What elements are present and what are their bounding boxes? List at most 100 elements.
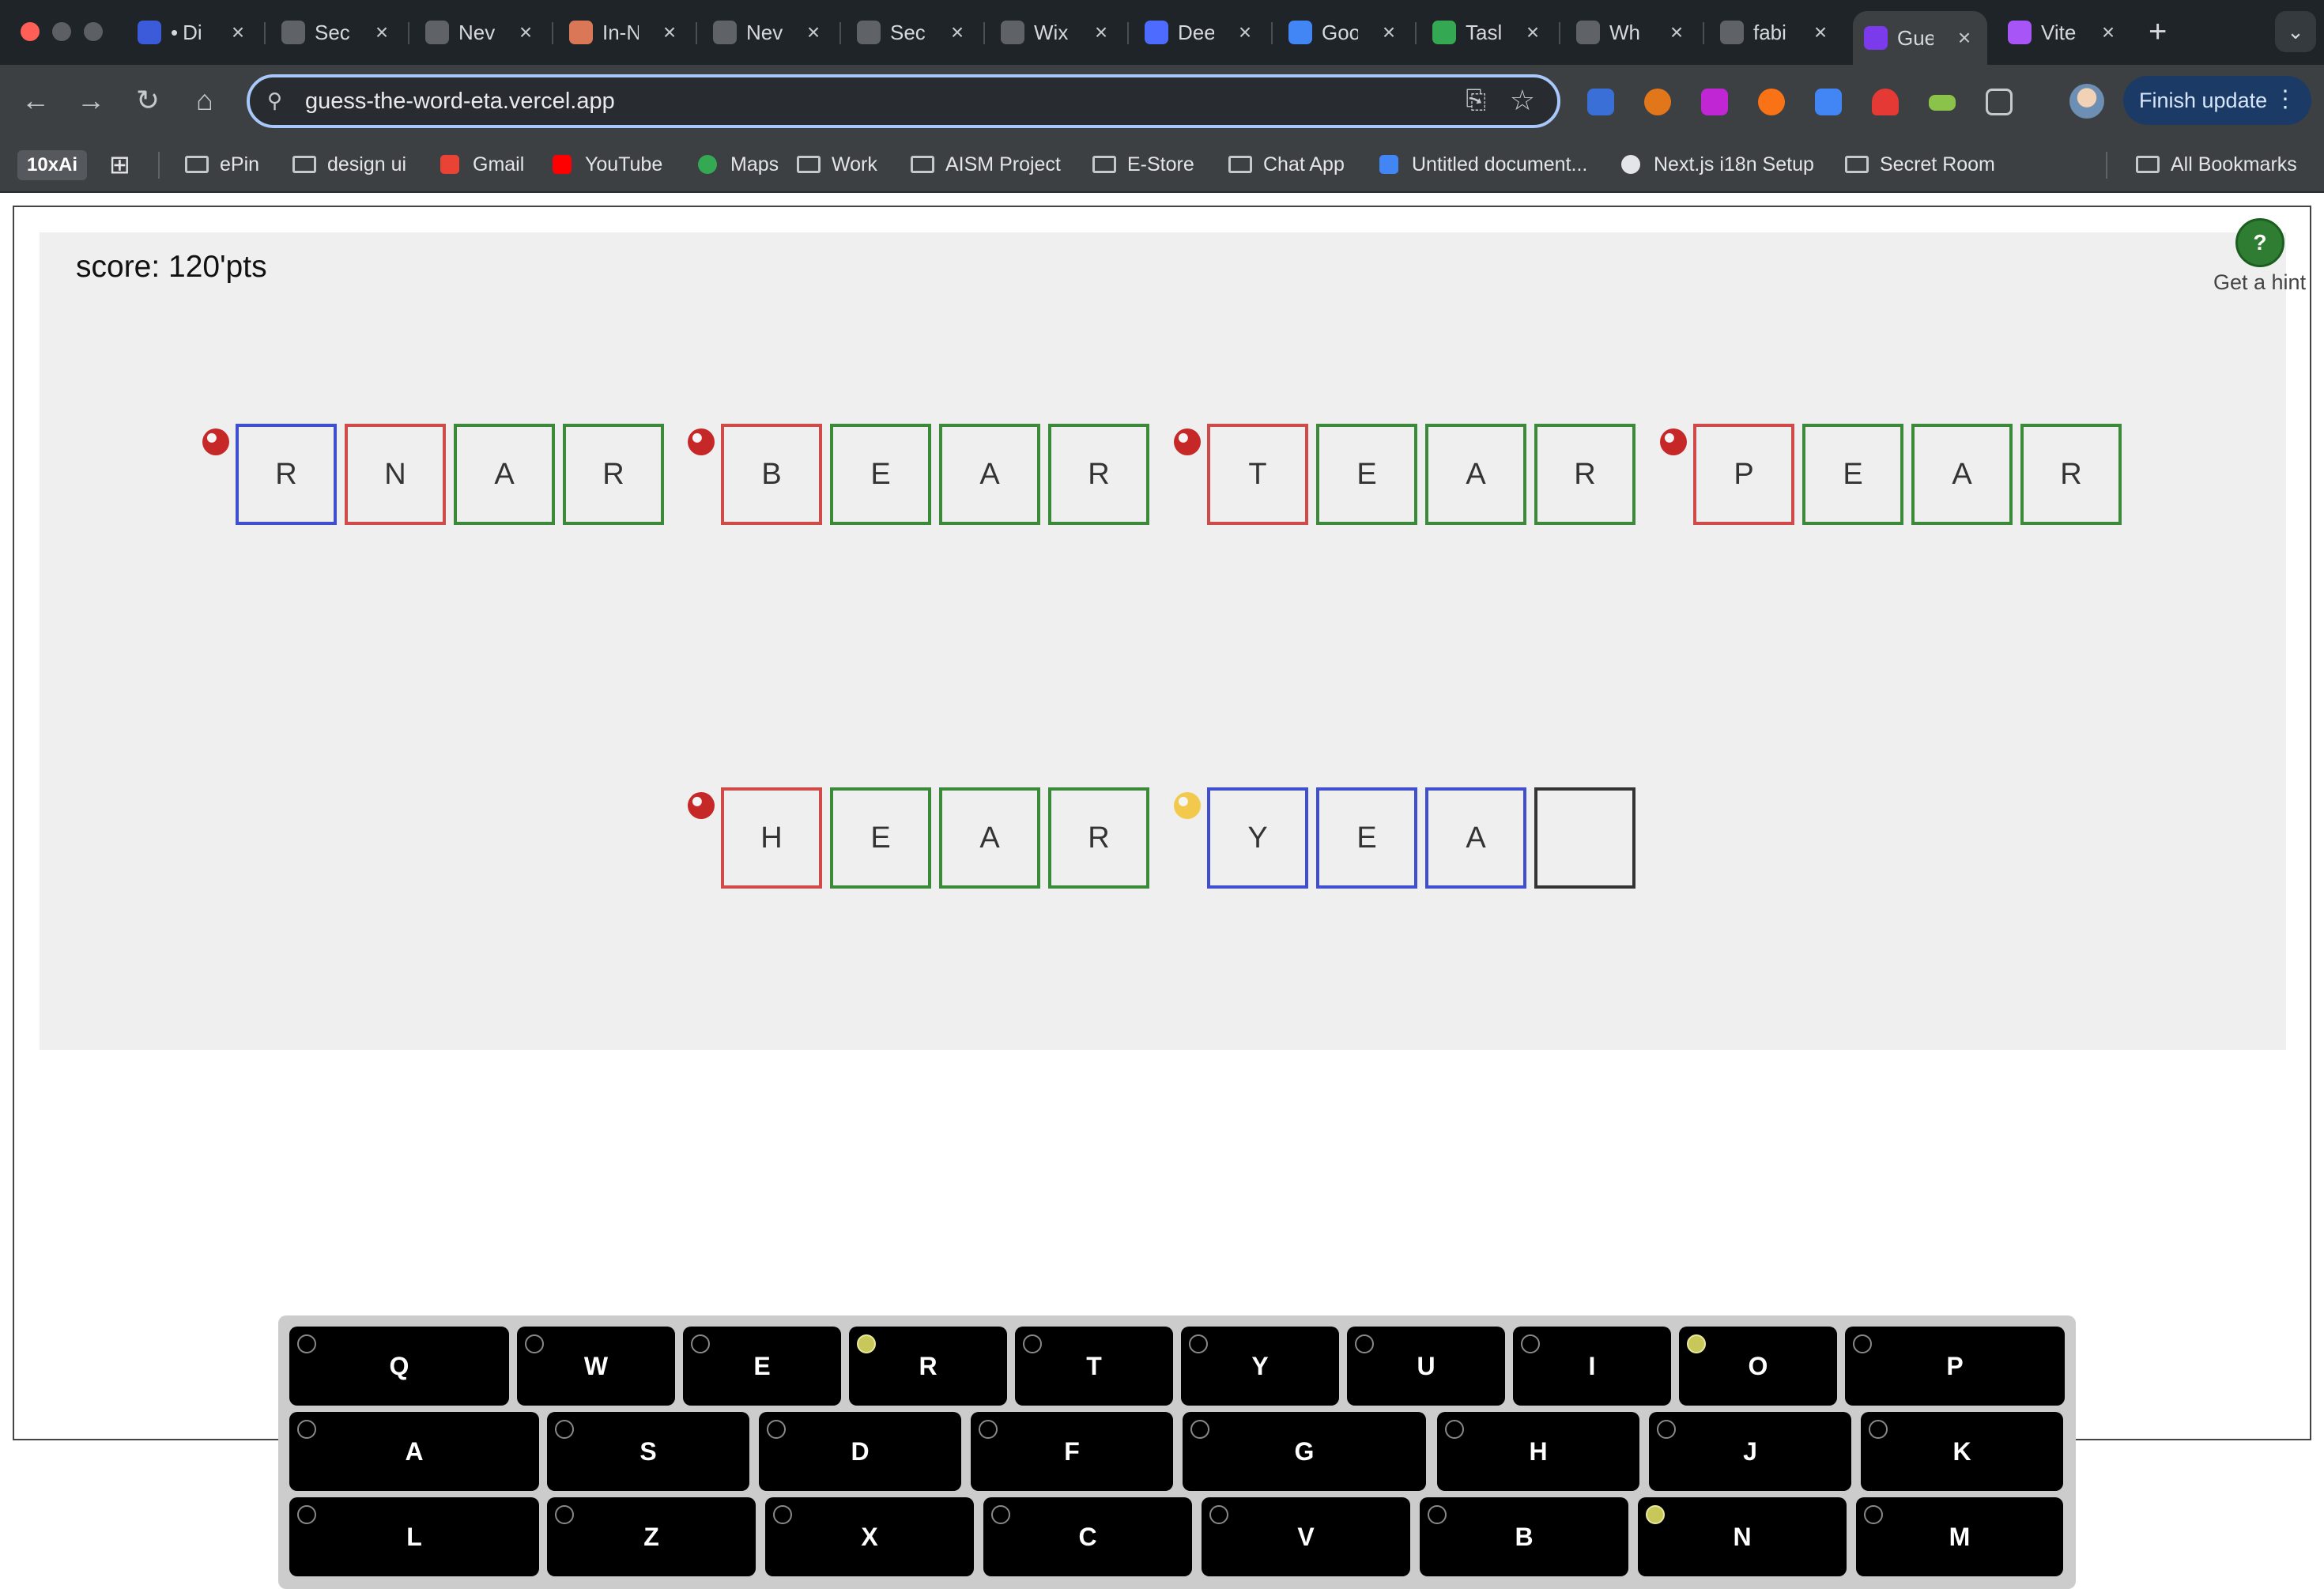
browser-tab[interactable]: Wh ×	[1565, 11, 1700, 54]
tab-close-icon[interactable]: ×	[370, 20, 394, 45]
key-z[interactable]: Z	[547, 1497, 756, 1576]
bookmark-item[interactable]: Gmail	[436, 149, 524, 180]
tab-close-icon[interactable]: ×	[1521, 20, 1545, 45]
more-vert-icon[interactable]: ⋮	[2273, 85, 2297, 113]
browser-tab[interactable]: Sec ×	[846, 11, 980, 54]
key-f[interactable]: F	[971, 1412, 1173, 1491]
tab-close-icon[interactable]: ×	[802, 20, 825, 45]
apps-grid-icon[interactable]: ⊞	[109, 149, 130, 180]
address-bar[interactable]: ⚲ guess-the-word-eta.vercel.app ⎘ ☆	[247, 74, 1560, 128]
metamask-fox-icon[interactable]	[1644, 89, 1671, 115]
extension-orange-icon[interactable]	[1758, 89, 1785, 115]
install-app-icon[interactable]: ⎘	[1466, 85, 1486, 115]
letter-cell: Y	[1207, 787, 1308, 889]
tab-close-icon[interactable]: ×	[1089, 20, 1113, 45]
tab-close-icon[interactable]: ×	[945, 20, 969, 45]
key-d[interactable]: D	[759, 1412, 961, 1491]
browser-tab[interactable]: Wix ×	[990, 11, 1124, 54]
key-r[interactable]: R	[849, 1327, 1007, 1406]
bookmark-item[interactable]: Work	[795, 149, 877, 180]
bookmark-item[interactable]: YouTube	[549, 149, 662, 180]
claude-asterisk-icon	[569, 21, 593, 44]
extension-blue-icon[interactable]	[1587, 89, 1614, 115]
key-w[interactable]: W	[517, 1327, 675, 1406]
maps-pin-icon	[694, 153, 721, 176]
key-k[interactable]: K	[1861, 1412, 2063, 1491]
tab-close-icon[interactable]: ×	[514, 20, 538, 45]
back-arrow-icon[interactable]: ←	[17, 82, 54, 119]
url-text[interactable]: guess-the-word-eta.vercel.app	[305, 89, 615, 115]
key-l[interactable]: L	[289, 1497, 539, 1576]
bookmark-item[interactable]: Next.js i18n Setup	[1617, 149, 1814, 180]
bookmark-item[interactable]: design ui	[291, 149, 406, 180]
bookmark-item[interactable]: Secret Room	[1843, 149, 1995, 180]
key-t[interactable]: T	[1015, 1327, 1173, 1406]
key-x[interactable]: X	[765, 1497, 974, 1576]
key-y[interactable]: Y	[1181, 1327, 1339, 1406]
tab-search-chevron-icon[interactable]: ⌄	[2275, 11, 2316, 52]
bookmark-star-icon[interactable]: ☆	[1510, 84, 1535, 117]
tab-close-icon[interactable]: ×	[226, 20, 250, 45]
bookmark-item[interactable]: ePin	[183, 149, 259, 180]
bookmark-item[interactable]: Chat App	[1227, 149, 1345, 180]
key-q[interactable]: Q	[289, 1327, 509, 1406]
tab-close-icon[interactable]: ×	[2096, 20, 2120, 45]
extension-green-battery-icon[interactable]	[1929, 95, 1956, 111]
reload-icon[interactable]: ↻	[130, 82, 166, 119]
key-b[interactable]: B	[1420, 1497, 1628, 1576]
extensions-puzzle-icon[interactable]	[1986, 89, 2013, 115]
browser-tab[interactable]: Dee ×	[1134, 11, 1268, 54]
maximize-window-icon[interactable]	[84, 22, 103, 41]
browser-tab[interactable]: Goo ×	[1277, 11, 1412, 54]
key-e[interactable]: E	[683, 1327, 841, 1406]
tab-close-icon[interactable]: ×	[1665, 20, 1688, 45]
key-j[interactable]: J	[1649, 1412, 1851, 1491]
key-i[interactable]: I	[1513, 1327, 1671, 1406]
extension-red-figure-icon[interactable]	[1872, 89, 1899, 115]
forward-arrow-icon[interactable]: →	[73, 82, 109, 119]
new-tab-button[interactable]: +	[2149, 14, 2167, 50]
bookmark-item[interactable]: Maps	[694, 149, 779, 180]
finish-update-button[interactable]: Finish update ⋮	[2123, 76, 2311, 125]
key-n[interactable]: N	[1638, 1497, 1847, 1576]
browser-tab[interactable]: Sec ×	[270, 11, 405, 54]
key-m[interactable]: M	[1856, 1497, 2063, 1576]
key-s[interactable]: S	[547, 1412, 749, 1491]
tab-close-icon[interactable]: ×	[1809, 20, 1832, 45]
extension-pink-icon[interactable]	[1701, 89, 1728, 115]
key-p[interactable]: P	[1845, 1327, 2065, 1406]
profile-avatar[interactable]	[2069, 84, 2104, 119]
browser-tab[interactable]: In-N ×	[558, 11, 692, 54]
key-h[interactable]: H	[1437, 1412, 1639, 1491]
tab-close-icon[interactable]: ×	[658, 20, 681, 45]
browser-tab[interactable]: fabi ×	[1709, 11, 1843, 54]
bookmark-item[interactable]: AISM Project	[909, 149, 1061, 180]
hint-button[interactable]: ?	[2235, 218, 2284, 267]
key-c[interactable]: C	[983, 1497, 1192, 1576]
home-icon[interactable]: ⌂	[187, 82, 223, 119]
site-settings-icon[interactable]: ⚲	[267, 89, 292, 114]
key-v[interactable]: V	[1202, 1497, 1410, 1576]
bookmark-item[interactable]: Untitled document...	[1375, 149, 1587, 180]
browser-tab[interactable]: Gue ×	[1853, 11, 1987, 65]
key-u[interactable]: U	[1347, 1327, 1505, 1406]
browser-tab[interactable]: Vite ×	[1997, 11, 2131, 54]
browser-tab[interactable]: Nev ×	[702, 11, 836, 54]
all-bookmarks-button[interactable]: All Bookmarks	[2134, 149, 2297, 180]
tab-close-icon[interactable]: ×	[1377, 20, 1401, 45]
minimize-window-icon[interactable]	[52, 22, 71, 41]
key-a[interactable]: A	[289, 1412, 539, 1491]
key-label: J	[1743, 1436, 1757, 1466]
bookmark-item[interactable]: E-Store	[1091, 149, 1194, 180]
browser-tab[interactable]: • Di ×	[126, 11, 261, 54]
guess-status-dot	[1174, 792, 1201, 819]
tab-close-icon[interactable]: ×	[1952, 25, 1976, 51]
google-translate-icon[interactable]	[1815, 89, 1842, 115]
browser-tab[interactable]: Nev ×	[414, 11, 549, 54]
bookmark-10xai[interactable]: 10xAi	[17, 150, 88, 180]
key-g[interactable]: G	[1183, 1412, 1426, 1491]
key-o[interactable]: O	[1679, 1327, 1837, 1406]
browser-tab[interactable]: Tasl ×	[1421, 11, 1556, 54]
tab-close-icon[interactable]: ×	[1233, 20, 1257, 45]
close-window-icon[interactable]	[21, 22, 40, 41]
